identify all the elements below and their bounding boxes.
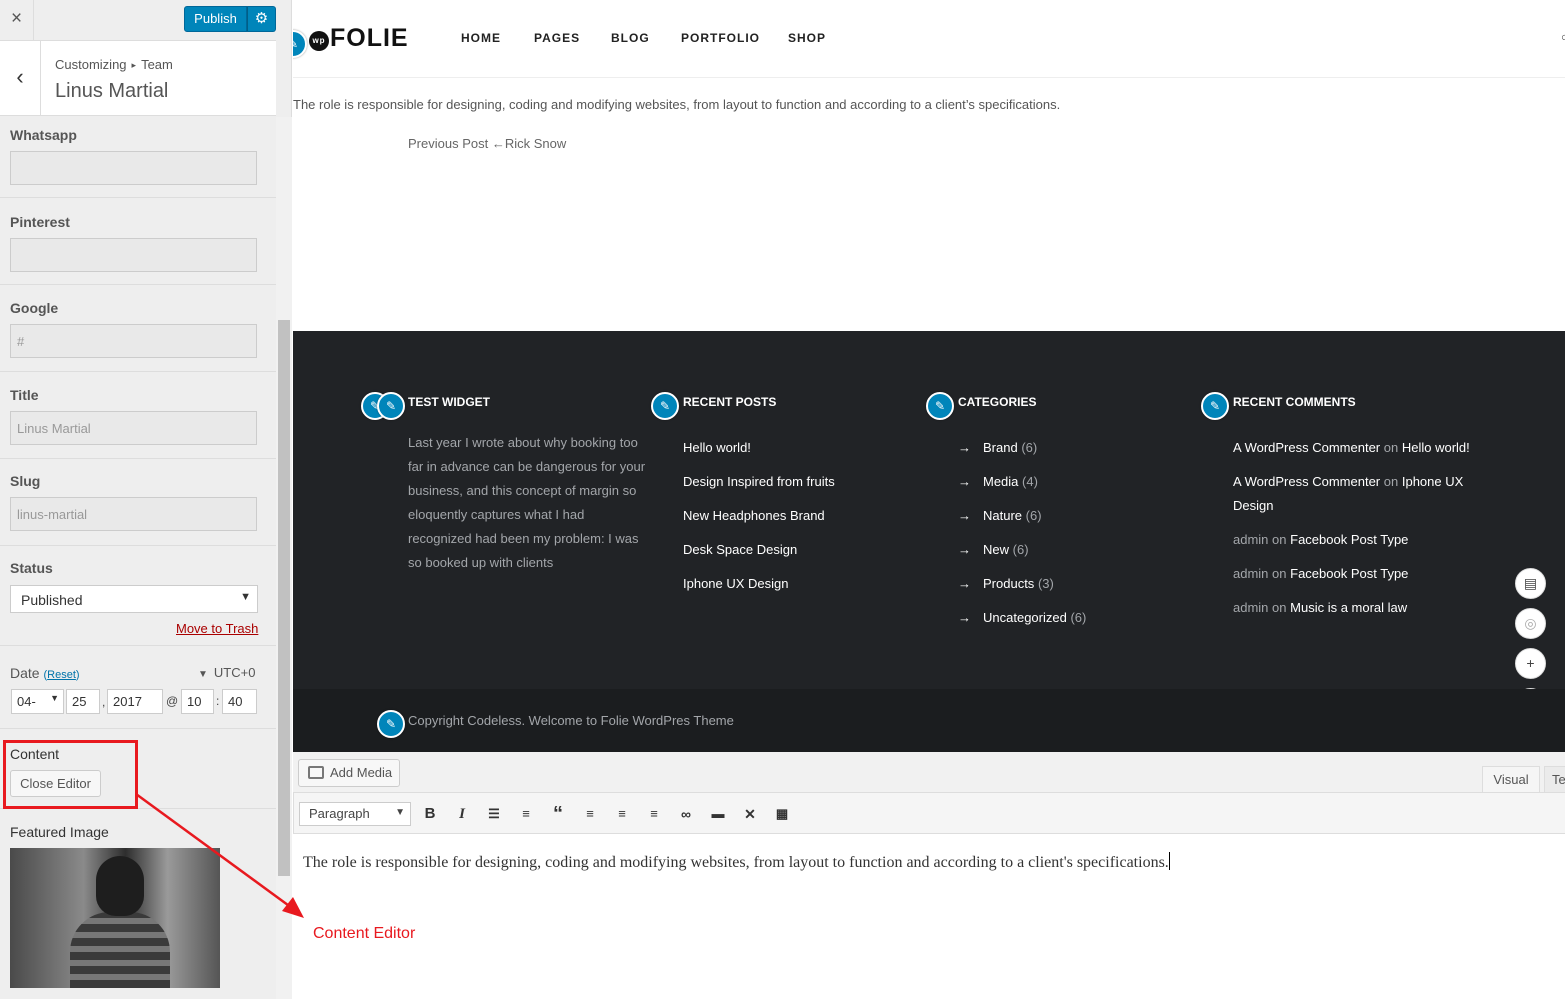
- annotation-arrow: [135, 792, 304, 918]
